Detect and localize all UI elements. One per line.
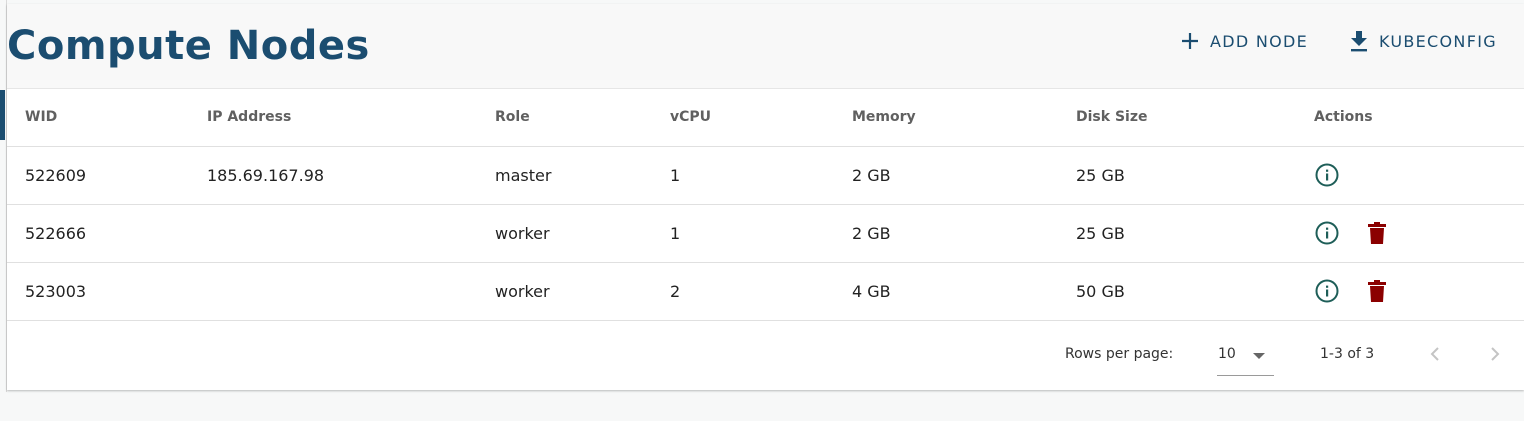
table-pagination: Rows per page: 10 1-3 of 3 [7,322,1524,390]
cell-ip-address [207,204,495,263]
rail-active-marker [0,90,5,140]
column-header-wid[interactable]: WID [7,89,207,147]
cell-vcpu: 1 [670,146,852,205]
column-header-ip-address[interactable]: IP Address [207,89,495,147]
compute-nodes-card: Compute Nodes ADD NODE KUBECONFIG WID IP… [7,4,1524,390]
table-row: 522666 worker 1 2 GB 25 GB [7,204,1524,263]
delete-button[interactable] [1364,220,1390,246]
rows-per-page-value: 10 [1218,346,1236,362]
rows-per-page-select[interactable]: 10 [1217,340,1274,376]
delete-button[interactable] [1364,278,1390,304]
cell-role: worker [495,262,670,321]
info-button[interactable] [1314,220,1340,246]
cell-role: master [495,146,670,205]
info-button[interactable] [1314,278,1340,304]
trash-icon [1368,222,1386,244]
row-actions [1314,278,1524,304]
previous-page-button[interactable] [1423,342,1447,366]
chevron-left-icon [1430,347,1439,361]
cell-role: worker [495,204,670,263]
column-header-vcpu[interactable]: vCPU [670,89,852,147]
cell-ip-address [207,262,495,321]
kubeconfig-label: KUBECONFIG [1379,31,1497,51]
cell-ip-address: 185.69.167.98 [207,146,495,205]
table-header-row: WID IP Address Role vCPU Memory Disk Siz… [7,89,1524,147]
left-rail [0,0,7,392]
cell-memory: 2 GB [852,204,1076,263]
info-circle-icon [1315,221,1339,245]
cell-disk-size: 25 GB [1076,146,1314,205]
rows-per-page-label: Rows per page: [1065,346,1174,362]
column-header-memory[interactable]: Memory [852,89,1076,147]
pagination-range: 1-3 of 3 [1320,346,1375,362]
kubeconfig-button[interactable]: KUBECONFIG [1350,26,1497,56]
cell-wid: 522609 [7,146,207,205]
cell-actions [1314,262,1524,321]
page-title: Compute Nodes [7,23,370,69]
cell-actions [1314,146,1524,205]
info-circle-icon [1315,163,1339,187]
caret-down-icon [1253,353,1265,359]
next-page-button[interactable] [1483,342,1507,366]
nodes-table: WID IP Address Role vCPU Memory Disk Siz… [7,89,1524,321]
chevron-right-icon [1491,347,1500,361]
table-row: 522609 185.69.167.98 master 1 2 GB 25 GB [7,146,1524,205]
cell-wid: 522666 [7,204,207,263]
cell-actions [1314,204,1524,263]
column-header-role[interactable]: Role [495,89,670,147]
table-row: 523003 worker 2 4 GB 50 GB [7,262,1524,321]
add-node-button[interactable]: ADD NODE [1181,26,1308,56]
page-header: Compute Nodes ADD NODE KUBECONFIG [7,4,1524,89]
cell-memory: 4 GB [852,262,1076,321]
add-node-label: ADD NODE [1210,31,1309,51]
cell-wid: 523003 [7,262,207,321]
trash-icon [1368,280,1386,302]
cell-disk-size: 50 GB [1076,262,1314,321]
column-header-disk-size[interactable]: Disk Size [1076,89,1314,147]
row-actions [1314,162,1524,188]
plus-icon [1182,33,1198,49]
download-icon [1351,31,1367,52]
cell-disk-size: 25 GB [1076,204,1314,263]
column-header-actions: Actions [1314,89,1524,147]
cell-vcpu: 2 [670,262,852,321]
info-circle-icon [1315,279,1339,303]
info-button[interactable] [1314,162,1340,188]
cell-memory: 2 GB [852,146,1076,205]
cell-vcpu: 1 [670,204,852,263]
row-actions [1314,220,1524,246]
